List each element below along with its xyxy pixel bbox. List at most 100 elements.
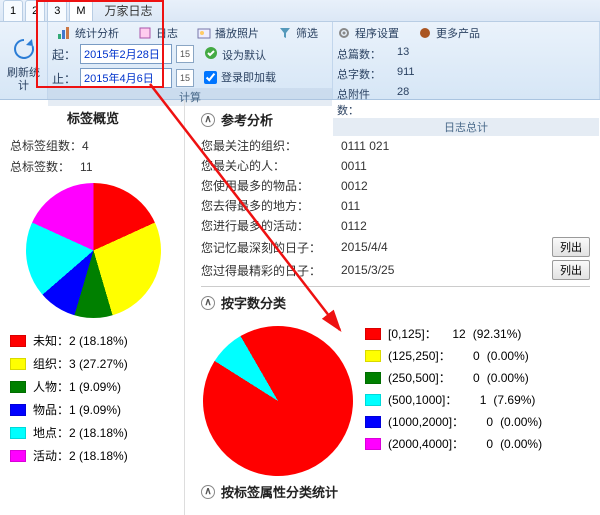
ref-key: 您最关注的组织： (201, 137, 341, 154)
list-button[interactable]: 列出 (552, 237, 590, 257)
refresh-label: 刷新统计 (3, 67, 45, 91)
tags-legend: 未知：2 (18.18%) 组织：3 (27.27%) 人物：1 (9.09%) 物品… (10, 332, 176, 464)
legend-swatch (365, 416, 381, 428)
wc-pct: (0.00%) (487, 349, 529, 363)
collapse-wc-icon[interactable]: ∧ (201, 296, 215, 310)
more-icon (417, 25, 433, 41)
total-entries-value: 13 (397, 46, 409, 62)
legend-item: 组织：3 (27.27%) (10, 355, 176, 372)
ref-row: 您记忆最深刻的日子：2015/4/4 列出 (201, 237, 590, 257)
legend-label: 人物：1 (9.09%) (33, 378, 121, 395)
wc-pct: (7.69%) (493, 393, 535, 407)
legend-swatch (365, 350, 381, 362)
filter-button[interactable]: 筛选 (273, 24, 322, 42)
legend-swatch (10, 427, 26, 439)
collapse-ref-icon[interactable]: ∧ (201, 113, 215, 127)
wc-range: (500,1000]： (388, 391, 457, 408)
wc-legend-item: (1000,2000]：0(0.00%) (365, 413, 542, 430)
photo-button[interactable]: 播放照片 (192, 24, 263, 42)
load-on-login-checkbox[interactable]: 登录即加载 (204, 69, 276, 85)
wordcount-pie-chart (185, 299, 380, 504)
wc-legend-item: (500,1000]：1(7.69%) (365, 391, 542, 408)
wordcount-legend: [0,125]：12(92.31%)(125,250]：0(0.00%)(250… (365, 320, 542, 476)
ribbon-toolbar: 刷新统计 统计分析 日志 播放照片 (0, 22, 600, 100)
total-tags-label: 总标签数： (10, 160, 70, 174)
ref-row: 您最关注的组织：0111 021 (201, 137, 590, 154)
ref-analysis-grid: 您最关注的组织：0111 021 您最关心的人：0011 您使用最多的物品：0012… (201, 137, 590, 280)
wc-legend-item: [0,125]：12(92.31%) (365, 325, 542, 342)
legend-swatch (10, 404, 26, 416)
titlebar: 1 2 3 M 万家日志 (0, 0, 600, 22)
legend-swatch (365, 372, 381, 384)
refresh-stats-button[interactable]: 刷新统计 (3, 33, 45, 91)
wc-count: 0 (458, 371, 480, 385)
stats-analysis-button[interactable]: 统计分析 (52, 24, 123, 42)
check-icon (204, 46, 218, 63)
legend-label: 未知：2 (18.18%) (33, 332, 128, 349)
legend-swatch (10, 381, 26, 393)
window-tab-3[interactable]: 3 (47, 0, 67, 21)
load-on-login-label: 登录即加载 (221, 69, 276, 85)
date-to-input[interactable] (80, 68, 172, 88)
ref-row: 您进行最多的活动：0112 (201, 217, 590, 234)
ref-row: 您最关心的人：0011 (201, 157, 590, 174)
date-from-label: 起： (52, 46, 76, 63)
ref-value: 011 (341, 199, 431, 213)
legend-swatch (10, 358, 26, 370)
app-title: 万家日志 (105, 2, 153, 19)
wc-pct: (0.00%) (500, 415, 542, 429)
date-from-input[interactable] (80, 44, 172, 64)
ref-key: 您最关心的人： (201, 157, 341, 174)
legend-item: 物品：1 (9.09%) (10, 401, 176, 418)
attr-panel-title: 按标签属性分类统计 (221, 482, 338, 501)
ref-key: 您记忆最深刻的日子： (201, 239, 341, 256)
tags-panel-title: 标签概览 (10, 108, 176, 127)
ref-row: 您使用最多的物品：0012 (201, 177, 590, 194)
wc-range: (250,500]： (388, 369, 451, 386)
diary-button[interactable]: 日志 (133, 24, 182, 42)
date-to-label: 止： (52, 70, 76, 87)
total-tags-value: 11 (80, 160, 92, 174)
chart-icon (56, 25, 72, 41)
wc-range: [0,125]： (388, 325, 437, 342)
ref-row: 您过得最精彩的日子：2015/3/25列出 (201, 260, 590, 280)
wc-panel-title: 按字数分类 (221, 293, 286, 312)
tags-pie-chart (26, 183, 161, 318)
calendar-from-icon[interactable]: 15 (176, 45, 194, 63)
more-button[interactable]: 更多产品 (413, 24, 484, 42)
divider (201, 286, 590, 287)
legend-label: 组织：3 (27.27%) (33, 355, 128, 372)
total-chars-label: 总字数： (337, 66, 391, 82)
legend-swatch (10, 450, 26, 462)
ref-panel-title: 参考分析 (221, 110, 273, 129)
ref-value: 0012 (341, 179, 431, 193)
legend-item: 人物：1 (9.09%) (10, 378, 176, 395)
main-content: 标签概览 总标签组数：4 总标签数： 11 未知：2 (18.18%)组织：3 … (0, 100, 600, 515)
legend-item: 活动：2 (18.18%) (10, 447, 176, 464)
legend-label: 物品：1 (9.09%) (33, 401, 121, 418)
collapse-attr-icon[interactable]: ∧ (201, 485, 215, 499)
window-tab-2[interactable]: 2 (25, 0, 45, 21)
calendar-to-icon[interactable]: 15 (176, 69, 194, 87)
wc-count: 0 (471, 415, 493, 429)
wc-range: (2000,4000]： (388, 435, 464, 452)
legend-item: 未知：2 (18.18%) (10, 332, 176, 349)
right-panels: ∧ 参考分析 您最关注的组织：0111 021您最关心的人：0011您使用最多的… (185, 100, 600, 515)
window-tabs: 1 2 3 M (3, 0, 95, 21)
photo-icon (196, 25, 212, 41)
load-on-login-input[interactable] (204, 71, 217, 84)
ref-value: 2015/4/4 (341, 240, 431, 254)
set-default-checkbox[interactable]: 设为默认 (204, 46, 276, 63)
wc-pct: (92.31%) (473, 327, 522, 341)
window-tab-m[interactable]: M (69, 0, 92, 21)
stats-analysis-label: 统计分析 (75, 25, 119, 41)
total-chars-value: 911 (397, 66, 415, 82)
wc-legend-item: (2000,4000]：0(0.00%) (365, 435, 542, 452)
ref-value: 2015/3/25 (341, 263, 431, 277)
legend-swatch (365, 438, 381, 450)
window-tab-1[interactable]: 1 (3, 0, 23, 21)
ref-row: 您去得最多的地方：011 (201, 197, 590, 214)
settings-button[interactable]: 程序设置 (332, 24, 403, 42)
list-button[interactable]: 列出 (552, 260, 590, 280)
diary-icon (137, 25, 153, 41)
